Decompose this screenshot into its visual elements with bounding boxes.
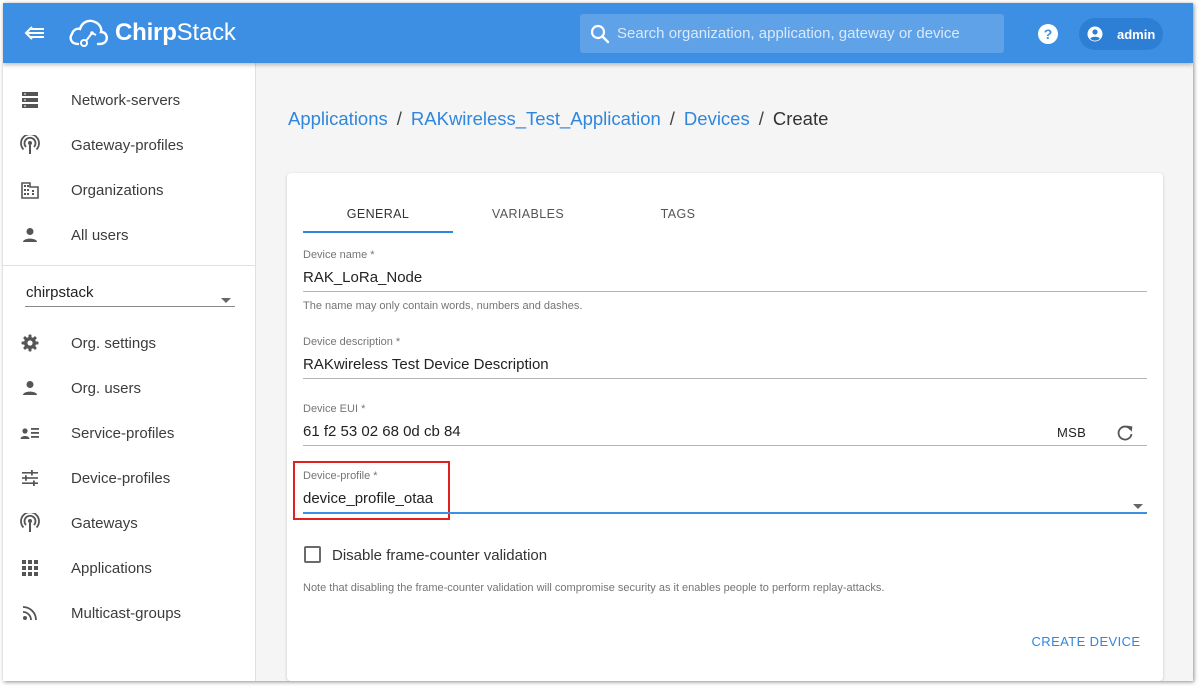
sidebar-item-label: Device-profiles <box>71 470 171 487</box>
organization-select[interactable]: chirpstack <box>25 277 235 307</box>
refresh-icon[interactable] <box>1115 423 1135 443</box>
organization-select-value: chirpstack <box>26 284 94 301</box>
device-eui-label: Device EUI * <box>303 403 366 415</box>
breadcrumb: Applications / RAKwireless_Test_Applicat… <box>288 108 828 130</box>
disable-frame-counter-checkbox[interactable] <box>304 546 321 563</box>
device-name-input[interactable]: RAK_LoRa_Node <box>303 269 422 286</box>
breadcrumb-current: Create <box>772 108 829 129</box>
device-profile-underline <box>303 512 1147 514</box>
app-window: ChirpStack ? <box>3 3 1193 681</box>
person-icon <box>20 225 40 245</box>
tab-variables[interactable]: VARIABLES <box>453 193 603 235</box>
sidebar-item-org-settings[interactable]: Org. settings <box>3 321 256 366</box>
sidebar-divider <box>3 265 256 266</box>
sidebar-item-device-profiles[interactable]: Device-profiles <box>3 456 256 501</box>
byte-order-toggle[interactable]: MSB <box>1057 425 1086 440</box>
account-circle-icon <box>1087 26 1103 42</box>
sidebar-item-all-users[interactable]: All users <box>3 213 256 258</box>
breadcrumb-separator: / <box>669 108 675 129</box>
sidebar-item-label: Gateway-profiles <box>71 137 184 154</box>
disable-frame-counter-label: Disable frame-counter validation <box>332 547 548 564</box>
antenna-icon <box>20 135 40 155</box>
sidebar-item-org-users[interactable]: Org. users <box>3 366 256 411</box>
frame-counter-note: Note that disabling the frame-counter va… <box>303 582 885 594</box>
breadcrumb-separator: / <box>758 108 764 129</box>
cloud-logo-icon <box>69 19 108 47</box>
rss-icon <box>20 603 40 623</box>
sidebar-item-organizations[interactable]: Organizations <box>3 168 256 213</box>
tab-tags[interactable]: TAGS <box>603 193 753 235</box>
device-name-label: Device name * <box>303 249 375 261</box>
chevron-down-icon <box>221 290 231 308</box>
breadcrumb-link-devices[interactable]: Devices <box>684 108 750 130</box>
sidebar-item-label: Org. users <box>71 380 142 397</box>
top-app-bar: ChirpStack ? <box>3 3 1193 63</box>
apps-grid-icon <box>20 558 40 578</box>
chirpstack-logo[interactable]: ChirpStack <box>67 13 236 53</box>
gear-icon <box>20 333 40 353</box>
sidebar-item-multicast-groups[interactable]: Multicast-groups <box>3 591 256 636</box>
sidebar-item-service-profiles[interactable]: Service-profiles <box>3 411 256 456</box>
person-list-icon <box>20 423 40 443</box>
sidebar-item-gateways[interactable]: Gateways <box>3 501 256 546</box>
help-icon[interactable]: ? <box>1037 23 1059 45</box>
sidebar-item-label: Multicast-groups <box>71 605 182 622</box>
sidebar-item-label: Organizations <box>71 182 164 199</box>
sidebar-item-label: Org. settings <box>71 335 157 352</box>
user-menu-button[interactable]: admin <box>1079 18 1163 50</box>
tab-general[interactable]: GENERAL <box>303 193 453 235</box>
sidebar-item-label: Network-servers <box>71 92 181 109</box>
collapse-menu-icon[interactable] <box>21 20 49 46</box>
sidebar-item-label: All users <box>71 227 129 244</box>
device-profile-select[interactable]: device_profile_otaa <box>303 490 433 507</box>
person-icon <box>20 378 40 398</box>
app-name: ChirpStack <box>115 19 236 46</box>
device-description-label: Device description * <box>303 336 401 348</box>
breadcrumb-link-applications[interactable]: Applications <box>288 108 388 130</box>
sidebar-item-label: Applications <box>71 560 152 577</box>
sidebar-item-label: Gateways <box>71 515 138 532</box>
server-icon <box>20 90 40 110</box>
sidebar-item-gateway-profiles[interactable]: Gateway-profiles <box>3 123 256 168</box>
breadcrumb-link-application[interactable]: RAKwireless_Test_Application <box>411 108 661 130</box>
active-tab-indicator <box>303 231 453 233</box>
search-input[interactable] <box>617 25 1004 42</box>
building-icon <box>20 180 40 200</box>
create-device-card: GENERAL VARIABLES TAGS Device name * RAK… <box>287 173 1163 681</box>
svg-text:?: ? <box>1044 26 1053 42</box>
device-description-input[interactable]: RAKwireless Test Device Description <box>303 356 549 373</box>
device-eui-underline <box>303 445 1147 446</box>
global-search[interactable] <box>580 14 1004 53</box>
username-label: admin <box>1117 26 1156 42</box>
breadcrumb-separator: / <box>396 108 402 129</box>
device-name-underline <box>303 291 1147 292</box>
create-device-button[interactable]: CREATE DEVICE <box>1027 626 1145 656</box>
tune-icon <box>20 468 40 488</box>
device-eui-input[interactable]: 61 f2 53 02 68 0d cb 84 <box>303 423 461 440</box>
sidebar: Network-servers Gateway-profiles Organiz… <box>3 63 256 681</box>
antenna-icon <box>20 513 40 533</box>
device-profile-label: Device-profile * <box>303 470 378 482</box>
search-icon <box>583 24 617 44</box>
device-name-helper-text: The name may only contain words, numbers… <box>303 300 583 312</box>
sidebar-item-network-servers[interactable]: Network-servers <box>3 78 256 123</box>
device-description-underline <box>303 378 1147 379</box>
sidebar-item-label: Service-profiles <box>71 425 175 442</box>
sidebar-item-applications[interactable]: Applications <box>3 546 256 591</box>
